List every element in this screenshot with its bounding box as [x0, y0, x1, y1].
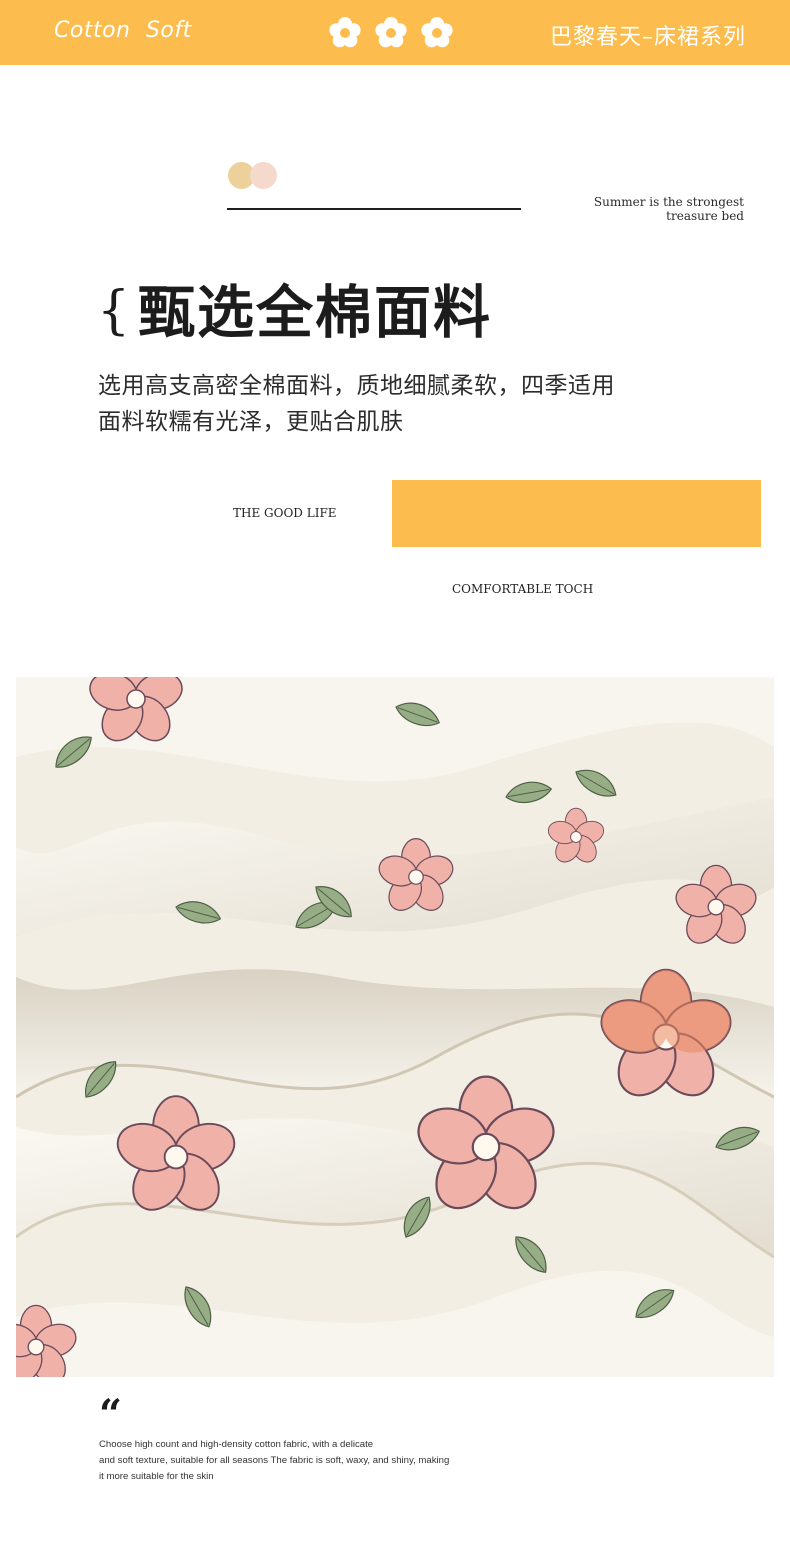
accent-block — [392, 480, 761, 547]
brand-name: Cotton Soft — [54, 18, 192, 43]
quote-line1: Choose high count and high-density cotto… — [99, 1439, 374, 1450]
good-life-label: THE GOOD LIFE — [233, 506, 337, 520]
comfortable-label: COMFORTABLE TOCH — [452, 582, 594, 596]
flower-icon — [329, 17, 361, 48]
tagline: Summer is the strongest treasure bed — [544, 195, 744, 223]
flower-icon — [421, 17, 453, 48]
fabric-illustration — [16, 677, 774, 1377]
brace-mark: { — [97, 281, 131, 341]
description-line1: 选用高支高密全棉面料，质地细腻柔软，四季适用 — [98, 373, 615, 399]
quote-line2: and soft texture, suitable for all seaso… — [99, 1455, 450, 1466]
series-title: 巴黎春天–床裙系列 — [549, 25, 746, 50]
quote-mark: “ — [99, 1391, 123, 1438]
fabric-photo — [16, 677, 774, 1377]
section-description: 选用高支高密全棉面料，质地细腻柔软，四季适用 面料软糯有光泽，更贴合肌肤 — [98, 368, 698, 440]
header-banner: Cotton Soft 巴黎春天–床裙系列 — [0, 0, 790, 65]
quote-line3: it more suitable for the skin — [99, 1471, 214, 1482]
quote-paragraph: Choose high count and high-density cotto… — [99, 1437, 519, 1485]
decor-dot-pink — [250, 162, 277, 189]
tagline-line1: Summer is the strongest — [593, 195, 744, 209]
section-title: 甄选全棉面料 — [138, 280, 492, 346]
tagline-line2: treasure bed — [666, 209, 744, 223]
divider-line — [227, 208, 521, 210]
flower-icon — [375, 17, 407, 48]
flower-icon-group — [329, 17, 453, 48]
description-line2: 面料软糯有光泽，更贴合肌肤 — [98, 409, 404, 435]
